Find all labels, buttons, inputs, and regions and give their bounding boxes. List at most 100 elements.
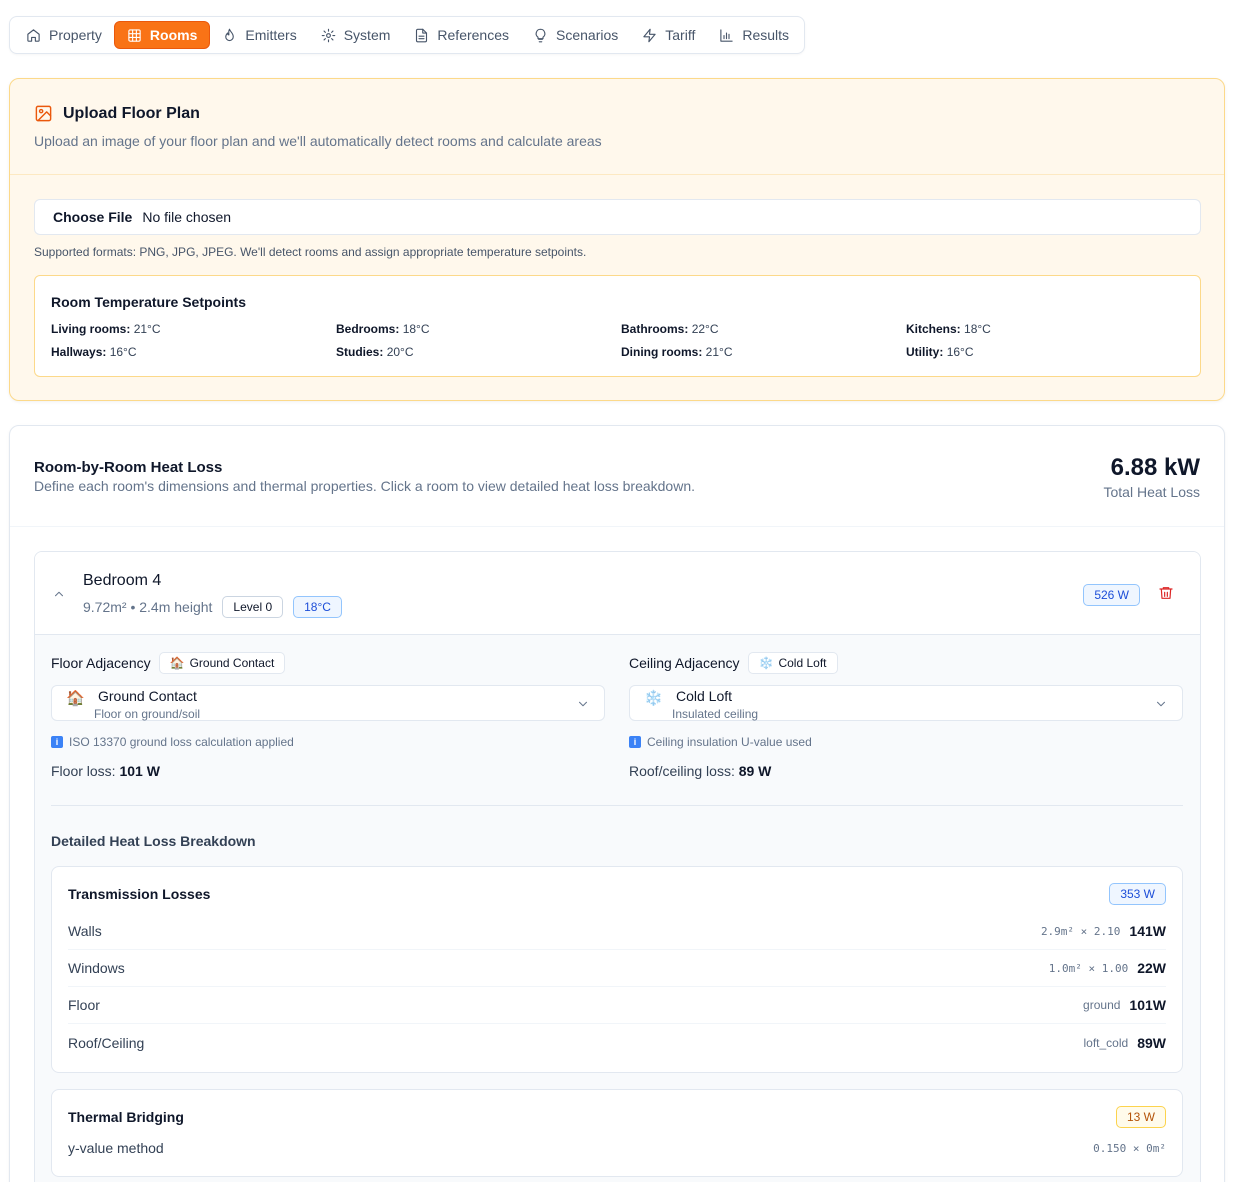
setpoints-grid: Living rooms: 21°C Bedrooms: 18°C Bathro… <box>51 322 1184 359</box>
setpoints-panel: Room Temperature Setpoints Living rooms:… <box>34 275 1201 377</box>
row-right: 2.9m² × 2.10 141W <box>1041 923 1166 939</box>
lightning-icon <box>643 28 656 42</box>
tab-label: Scenarios <box>556 27 619 43</box>
transmission-badge: 353 W <box>1109 883 1166 905</box>
setpoint-item: Hallways: 16°C <box>51 345 336 359</box>
tab-label: Rooms <box>149 27 198 43</box>
breakdown-title: Detailed Heat Loss Breakdown <box>51 833 256 849</box>
ceiling-adjacency-label: Ceiling Adjacency <box>629 655 740 671</box>
upload-title-text: Upload Floor Plan <box>63 104 200 122</box>
ceiling-loss: Roof/ceiling loss: 89 W <box>629 763 1183 779</box>
setpoint-label: Kitchens: <box>906 322 961 336</box>
floor-loss-value: 101 W <box>119 763 160 779</box>
ceiling-loss-value: 89 W <box>738 763 772 779</box>
room-watts-badge: 526 W <box>1083 584 1140 606</box>
tab-label: Property <box>49 27 102 43</box>
setpoint-value: 20°C <box>386 345 414 359</box>
floor-select-title: Ground Contact <box>98 688 197 704</box>
house-icon: 🏠 <box>66 690 85 707</box>
floor-plan-file-input[interactable]: Choose File No file chosen <box>34 199 1201 235</box>
trash-icon[interactable] <box>1158 585 1174 601</box>
floor-adjacency-label: Floor Adjacency <box>51 655 151 671</box>
chevron-up-icon[interactable] <box>52 587 66 601</box>
floor-select-subtitle: Floor on ground/soil <box>94 707 201 721</box>
main-tabs: Property Rooms Emitters System Reference… <box>9 16 805 54</box>
bridging-title: Thermal Bridging <box>68 1109 184 1125</box>
tab-scenarios[interactable]: Scenarios <box>521 21 630 49</box>
tab-references[interactable]: References <box>402 21 521 49</box>
choose-file-button[interactable]: Choose File <box>53 209 132 225</box>
total-heat-loss-value: 6.88 kW <box>1110 454 1200 481</box>
setpoint-value: 21°C <box>133 322 161 336</box>
floor-info-note: i ISO 13370 ground loss calculation appl… <box>51 735 605 749</box>
lightbulb-icon <box>535 28 546 42</box>
snowflake-icon: ❄️ <box>758 656 774 670</box>
tab-property[interactable]: Property <box>14 21 114 49</box>
row-right: ground 101W <box>1083 997 1166 1013</box>
table-row: Windows 1.0m² × 1.00 22W <box>68 950 1166 987</box>
setpoints-title: Room Temperature Setpoints <box>51 294 246 310</box>
bar-chart-icon <box>720 28 734 42</box>
tab-rooms[interactable]: Rooms <box>113 21 211 49</box>
setpoint-label: Hallways: <box>51 345 107 359</box>
transmission-title: Transmission Losses <box>68 886 211 902</box>
bridging-badge: 13 W <box>1115 1106 1166 1128</box>
floor-adjacency-badge-text: Ground Contact <box>189 656 275 670</box>
floor-adjacency-select[interactable]: 🏠 Ground Contact Floor on ground/soil <box>51 685 605 721</box>
setpoint-value: 18°C <box>964 322 991 336</box>
tab-label: References <box>437 27 509 43</box>
ceiling-adjacency: Ceiling Adjacency ❄️ Cold Loft ❄️ Cold L… <box>629 651 1183 779</box>
ceiling-info-text: Ceiling insulation U-value used <box>647 735 812 749</box>
room-dimensions: 9.72m² • 2.4m height <box>83 599 213 615</box>
upload-floor-plan-card: Upload Floor Plan Upload an image of you… <box>9 78 1225 401</box>
document-icon <box>416 28 428 42</box>
setpoint-value: 22°C <box>691 322 719 336</box>
room-heat-loss-card: Room-by-Room Heat Loss Define each room'… <box>9 425 1225 1182</box>
tab-tariff[interactable]: Tariff <box>630 21 707 49</box>
tab-results[interactable]: Results <box>707 21 801 49</box>
room-header[interactable]: Bedroom 4 9.72m² • 2.4m height Level 0 1… <box>35 552 1200 635</box>
row-label: Floor <box>68 997 100 1013</box>
tab-label: Tariff <box>665 27 696 43</box>
row-calc: loft_cold <box>1083 1035 1129 1050</box>
info-icon: i <box>629 736 641 748</box>
setpoint-label: Utility: <box>906 345 944 359</box>
home-icon <box>27 28 40 42</box>
snowflake-icon: ❄️ <box>644 690 663 707</box>
room-meta: 9.72m² • 2.4m height Level 0 18°C <box>83 596 342 618</box>
ceiling-loss-label: Roof/ceiling loss: <box>629 763 735 779</box>
grid-icon <box>128 28 141 42</box>
tab-emitters[interactable]: Emitters <box>210 21 308 49</box>
table-row: Roof/Ceiling loft_cold 89W <box>68 1024 1166 1061</box>
table-row: Walls 2.9m² × 2.10 141W <box>68 913 1166 950</box>
total-heat-loss: 6.88 kW Total Heat Loss <box>1104 454 1201 500</box>
upload-subtitle: Upload an image of your floor plan and w… <box>34 133 602 149</box>
setpoint-item: Utility: 16°C <box>906 345 1191 359</box>
ceiling-adjacency-select[interactable]: ❄️ Cold Loft Insulated ceiling <box>629 685 1183 721</box>
temperature-badge: 18°C <box>293 596 342 618</box>
flame-icon <box>225 28 235 41</box>
tab-system[interactable]: System <box>309 21 403 49</box>
gear-icon <box>321 28 336 42</box>
total-heat-loss-label: Total Heat Loss <box>1103 484 1201 500</box>
ceiling-adjacency-header: Ceiling Adjacency ❄️ Cold Loft <box>629 651 1183 675</box>
row-label: Walls <box>68 923 102 939</box>
setpoint-label: Dining rooms: <box>621 345 703 359</box>
transmission-losses-section: Transmission Losses 353 W Walls 2.9m² × … <box>51 866 1183 1073</box>
ceiling-select-title: Cold Loft <box>676 688 733 704</box>
setpoint-label: Bedrooms: <box>336 322 400 336</box>
row-right: 1.0m² × 1.00 22W <box>1049 960 1166 976</box>
ceiling-adjacency-badge: ❄️ Cold Loft <box>747 652 838 674</box>
floor-loss-label: Floor loss: <box>51 763 116 779</box>
row-value: 89W <box>1137 1034 1166 1051</box>
upload-header: Upload Floor Plan Upload an image of you… <box>10 79 1224 175</box>
file-status: No file chosen <box>142 209 232 225</box>
ceiling-select-subtitle: Insulated ceiling <box>672 707 759 721</box>
setpoint-label: Bathrooms: <box>621 322 689 336</box>
table-row: Floor ground 101W <box>68 987 1166 1024</box>
setpoint-item: Kitchens: 18°C <box>906 322 1191 336</box>
row-calc: ground <box>1083 998 1121 1012</box>
setpoint-value: 16°C <box>109 345 137 359</box>
level-badge: Level 0 <box>222 596 284 618</box>
house-icon: 🏠 <box>169 656 185 670</box>
